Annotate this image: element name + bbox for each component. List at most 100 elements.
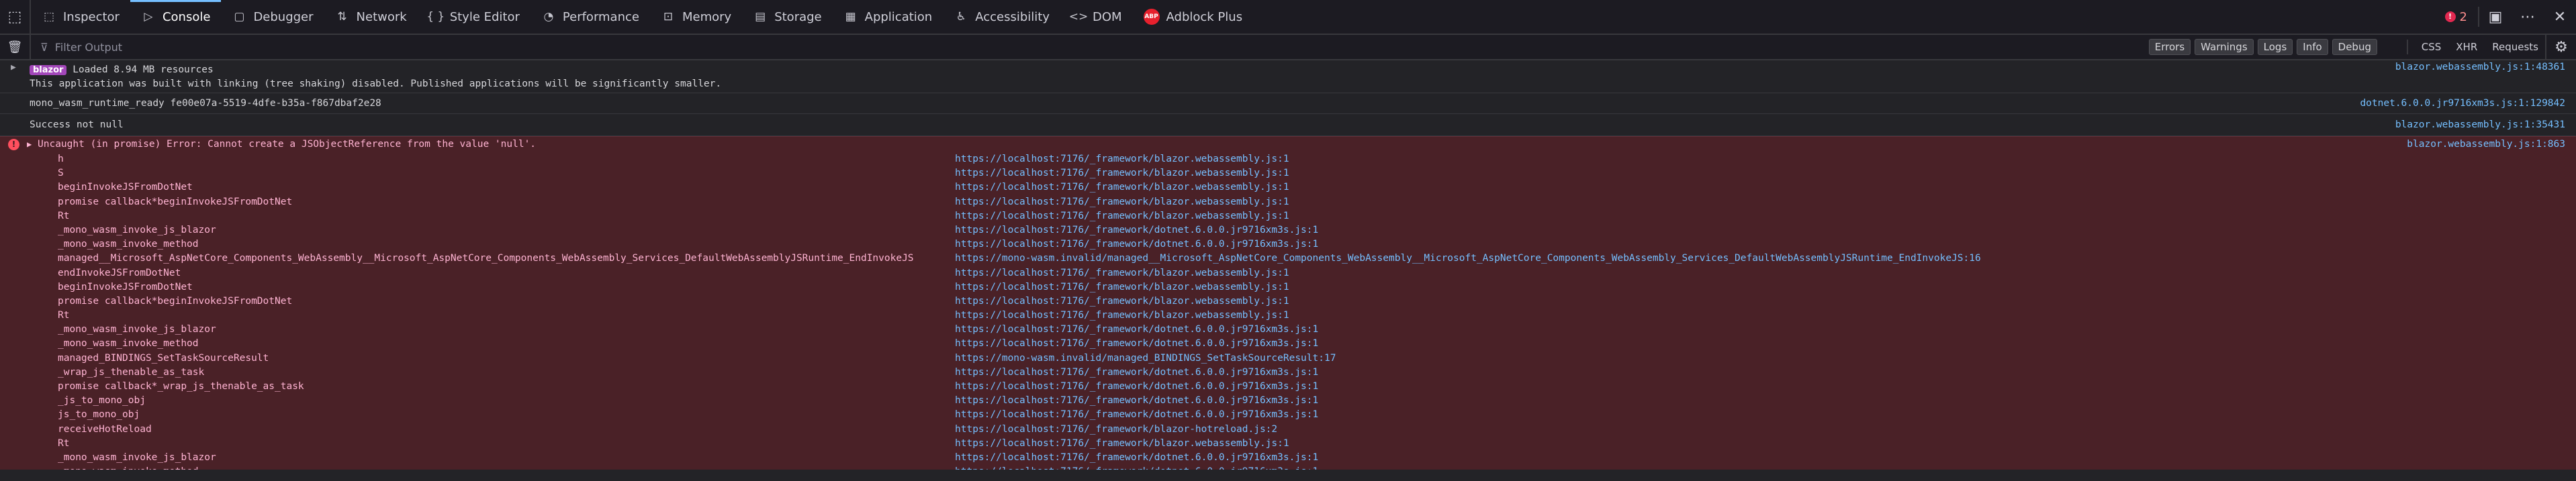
stack-frame-location[interactable]: https://localhost:7176/_framework/blazor… (955, 180, 1289, 195)
stack-frame-location[interactable]: https://localhost:7176/_framework/dotnet… (955, 237, 1318, 252)
close-icon[interactable]: ✕ (2544, 0, 2576, 34)
stack-frame[interactable]: Shttps://localhost:7176/_framework/blazo… (0, 166, 2576, 180)
request-filters: CSS XHR Requests (2403, 35, 2544, 59)
stack-frame[interactable]: _mono_wasm_invoke_js_blazor https://local… (0, 451, 2576, 465)
stack-frame[interactable]: promise callback*_wrap_js_thenable_as_ta… (0, 380, 2576, 394)
tab-memory[interactable]: ⊡ Memory (650, 0, 742, 34)
tab-application[interactable]: ▦ Application (833, 0, 944, 34)
stack-frame[interactable]: _mono_wasm_invoke_js_blazor https://local… (0, 323, 2576, 337)
console-message[interactable]: Success not null blazor.webassembly.js:1… (0, 114, 2576, 136)
clear-console-icon[interactable]: 🗑 (0, 35, 31, 59)
stack-frame[interactable]: _wrap_js_thenable_as_task https://localho… (0, 366, 2576, 380)
filter-xhr-button[interactable]: XHR (2450, 40, 2483, 54)
stack-frame[interactable]: promise callback*beginInvokeJSFromDotNet… (0, 295, 2576, 309)
stack-frame-location[interactable]: https://localhost:7176/_framework/dotnet… (955, 394, 1318, 408)
element-picker-icon[interactable]: ⬚ (0, 0, 31, 34)
stack-frame-location[interactable]: https://localhost:7176/_framework/dotnet… (955, 380, 1318, 394)
stack-frame-location[interactable]: https://mono-wasm.invalid/managed_BINDIN… (955, 352, 1336, 366)
tab-list: ⬚ Inspector ▷ Console ▢ Debugger ⇅ Network { } St… (31, 0, 1253, 34)
stack-frame[interactable]: _mono_wasm_invoke_js_blazor https://local… (0, 223, 2576, 237)
stack-frame[interactable]: managed_BINDINGS_SetTaskSourceResult http… (0, 352, 2576, 366)
stack-frame-location[interactable]: https://localhost:7176/_framework/dotnet… (955, 451, 1318, 465)
console-message[interactable]: mono_wasm_runtime_ready fe00e07a-5519-4d… (0, 93, 2576, 114)
stack-frame-location[interactable]: https://mono-wasm.invalid/managed__Micro… (955, 252, 1981, 266)
stack-frame-location[interactable]: https://localhost:7176/_framework/blazor… (955, 280, 1289, 295)
stack-frame-location[interactable]: https://localhost:7176/_framework/dotnet… (955, 337, 1318, 351)
error-count-badge[interactable]: ! 2 (2434, 7, 2479, 27)
tab-console[interactable]: ▷ Console (130, 0, 222, 34)
debugger-icon: ▢ (234, 10, 245, 23)
stack-frame[interactable]: h https://localhost:7176/_framework/blazo… (0, 152, 2576, 166)
filter-logs-button[interactable]: Logs (2257, 39, 2293, 55)
error-message[interactable]: ! ▶ Uncaught (in promise) Error: Cannot … (0, 136, 2576, 470)
inspector-icon: ⬚ (43, 10, 55, 23)
stack-frame-function: _mono_wasm_invoke_method (58, 338, 199, 350)
filter-requests-button[interactable]: Requests (2487, 40, 2544, 54)
tab-style-editor[interactable]: { } Style Editor (418, 0, 531, 34)
stack-frame-location[interactable]: https://localhost:7176/_framework/blazor… (955, 423, 1277, 437)
tab-storage[interactable]: ▤ Storage (742, 0, 832, 34)
stack-frame[interactable]: _mono_wasm_invoke_method https://localhos… (0, 237, 2576, 252)
console-message[interactable]: ▶ blazor Loaded 8.94 MB resources This a… (0, 60, 2576, 93)
filter-css-button[interactable]: CSS (2416, 40, 2447, 54)
expand-arrow-icon[interactable]: ▶ (11, 60, 16, 74)
stack-frame-location[interactable]: https://localhost:7176/_framework/blazor… (955, 295, 1289, 309)
stack-frame[interactable]: beginInvokeJSFromDotNet https://localhost… (0, 280, 2576, 295)
message-source-link[interactable]: blazor.webassembly.js:1:35431 (2395, 114, 2565, 136)
tab-inspector[interactable]: ⬚ Inspector (31, 0, 130, 34)
stack-frame-location[interactable]: https://localhost:7176/_framework/dotnet… (955, 465, 1318, 470)
stack-frame-location[interactable]: https://localhost:7176/_framework/blazor… (955, 437, 1289, 451)
stack-frame-location[interactable]: https://localhost:7176/_framework/dotnet… (955, 223, 1318, 237)
dock-icon[interactable]: ▣ (2479, 0, 2512, 34)
tab-adblock-plus[interactable]: ABP Adblock Plus (1133, 0, 1254, 34)
stack-frame-location[interactable]: https://localhost:7176/_framework/dotnet… (955, 408, 1318, 422)
expand-arrow-icon[interactable]: ▶ (27, 137, 32, 152)
stack-frame-function: beginInvokeJSFromDotNet (58, 182, 193, 193)
filter-field[interactable]: ⊽ (31, 35, 1988, 59)
stack-frame[interactable]: beginInvokeJSFromDotNet https://localhost… (0, 180, 2576, 195)
stack-frame[interactable]: _mono_wasm_invoke_method https://localhos… (0, 465, 2576, 470)
console-icon: ▷ (144, 10, 153, 23)
stack-frame[interactable]: promise callback*beginInvokeJSFromDotNet… (0, 195, 2576, 209)
error-icon: ! (8, 139, 19, 150)
stack-frame-location[interactable]: https://localhost:7176/_framework/blazor… (955, 309, 1289, 323)
stack-frame[interactable]: _js_to_mono_obj https://localhost:7176/_f… (0, 394, 2576, 408)
stack-frame[interactable]: managed__Microsoft_AspNetCore_Components… (0, 252, 2576, 266)
stack-frame[interactable]: endInvokeJSFromDotNet https://localhost:7… (0, 266, 2576, 280)
filter-input[interactable] (53, 40, 594, 54)
console-settings-icon[interactable]: ⚙ (2545, 35, 2576, 59)
more-options-icon[interactable]: ⋯ (2512, 0, 2544, 34)
tab-accessibility[interactable]: ♿ Accessibility (943, 0, 1060, 34)
stack-frame-location[interactable]: https://localhost:7176/_framework/dotnet… (955, 366, 1318, 380)
filter-info-button[interactable]: Info (2297, 39, 2328, 55)
filter-errors-button[interactable]: Errors (2148, 39, 2191, 55)
error-icon: ! (2444, 11, 2456, 22)
stack-frame[interactable]: Rt https://localhost:7176/_framework/blaz… (0, 437, 2576, 451)
message-subtext: This application was built with linking … (30, 78, 722, 89)
message-source-link[interactable]: dotnet.6.0.0.jr9716xm3s.js:1:129842 (2360, 93, 2565, 113)
stack-frame-location[interactable]: https://localhost:7176/_framework/blazor… (955, 195, 1289, 209)
stack-frame-location[interactable]: https://localhost:7176/_framework/blazor… (955, 152, 1289, 166)
tab-label: Inspector (63, 9, 120, 24)
error-source-link[interactable]: blazor.webassembly.js:1:863 (2407, 137, 2565, 152)
stack-frame[interactable]: Rt https://localhost:7176/_framework/blaz… (0, 209, 2576, 223)
message-source-link[interactable]: blazor.webassembly.js:1:48361 (2395, 60, 2565, 74)
tab-network[interactable]: ⇅ Network (324, 0, 418, 34)
stack-frame-location[interactable]: https://localhost:7176/_framework/blazor… (955, 166, 1289, 180)
stack-frame-location[interactable]: https://localhost:7176/_framework/blazor… (955, 209, 1289, 223)
stack-frame[interactable]: receiveHotReload https://localhost:7176/_… (0, 423, 2576, 437)
tab-performance[interactable]: ◔ Performance (531, 0, 650, 34)
filter-debug-button[interactable]: Debug (2332, 39, 2377, 55)
blazor-badge: blazor (30, 65, 67, 75)
filter-icon: ⊽ (40, 40, 48, 54)
stack-frame[interactable]: Rt https://localhost:7176/_framework/blaz… (0, 309, 2576, 323)
tab-debugger[interactable]: ▢ Debugger (221, 0, 324, 34)
filter-warnings-button[interactable]: Warnings (2195, 39, 2254, 55)
tab-label: Console (162, 9, 211, 24)
tab-label: Memory (682, 9, 732, 24)
stack-frame[interactable]: js_to_mono_obj https://localhost:7176/_fr… (0, 408, 2576, 422)
stack-frame-location[interactable]: https://localhost:7176/_framework/blazor… (955, 266, 1289, 280)
stack-frame[interactable]: _mono_wasm_invoke_method https://localhos… (0, 337, 2576, 351)
tab-dom[interactable]: <> DOM (1060, 0, 1133, 34)
stack-frame-location[interactable]: https://localhost:7176/_framework/dotnet… (955, 323, 1318, 337)
